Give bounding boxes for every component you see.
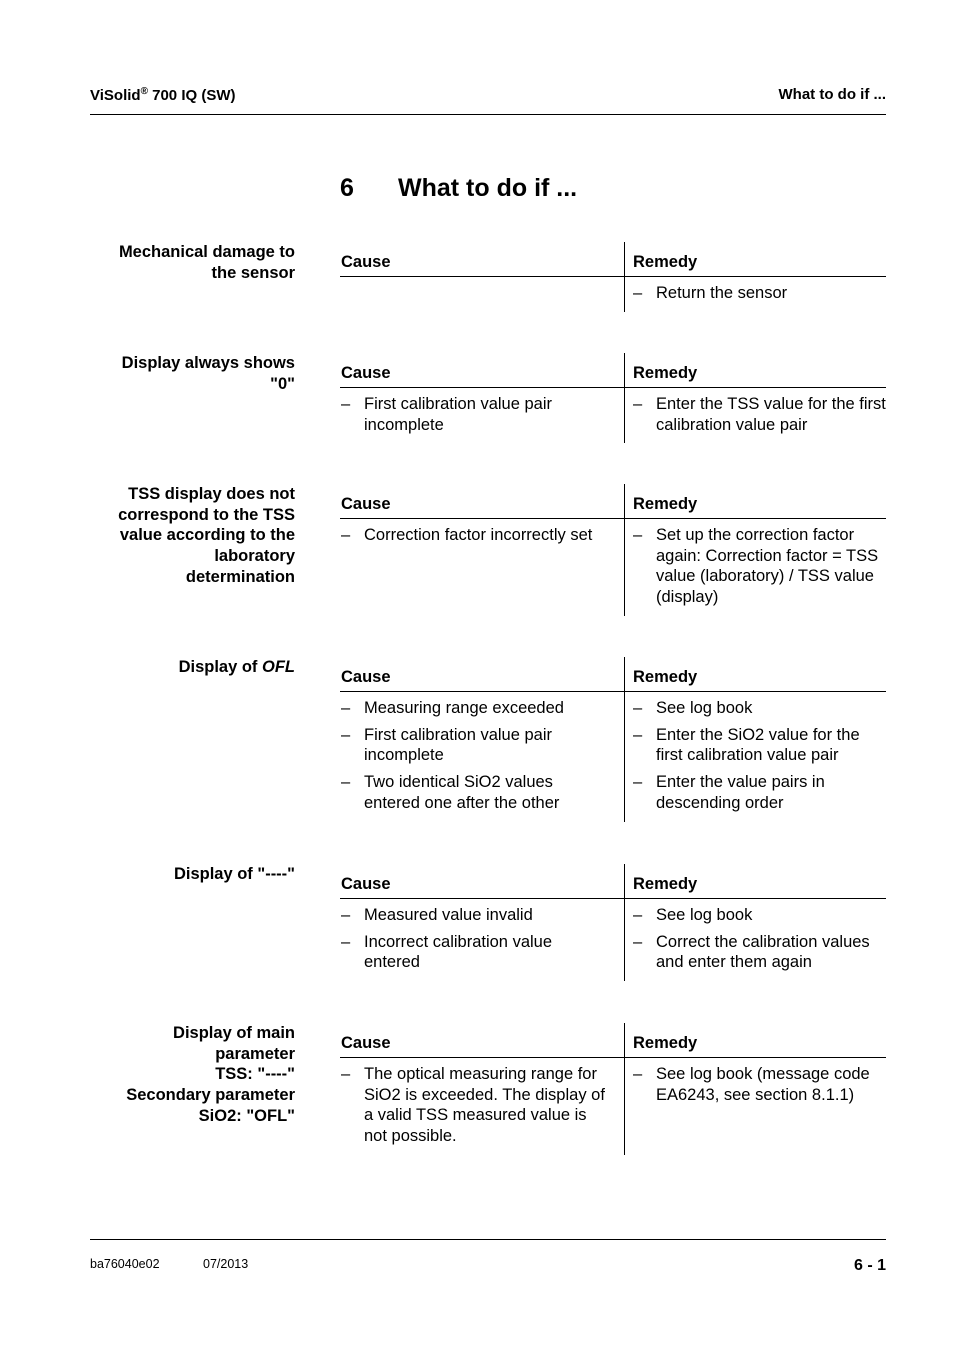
table-row: – Correction factor incorrectly set – Set u… [340, 519, 886, 616]
list-item: – First calibration value pair incomplete [341, 395, 552, 434]
cause-header: Cause [340, 657, 625, 691]
problem-label: Mechanical damage to the sensor [118, 243, 295, 282]
page-header: ViSolid® 700 IQ (SW) What to do if ... [90, 84, 886, 115]
cause-header: Cause [340, 242, 625, 276]
cause-header: Cause [340, 353, 625, 387]
remedy-cell: – See log book – Enter the SiO2 value for t… [625, 692, 886, 822]
table-row: – Return the sensor [340, 277, 886, 312]
cause-remedy-table: Cause Remedy – Return the sensor [340, 242, 886, 312]
remedy-header: Remedy [633, 364, 698, 382]
list-item: – Correct the calibration values and ente… [633, 932, 870, 972]
remedy-cell: – See log book (message code EA6243, see … [625, 1058, 886, 1155]
cause-remedy-table: Cause Remedy – First calibration value pair… [340, 353, 886, 444]
cause-cell [340, 277, 625, 312]
list-item: – Set up the correction factor again: Cor… [633, 526, 879, 607]
list-item: – Enter the value pairs in descending ord… [633, 773, 825, 812]
section-title: What to do if ... [778, 86, 886, 103]
list-item: – See log book [633, 699, 753, 717]
remedy-header: Remedy [633, 495, 698, 513]
table-header: Cause Remedy [340, 864, 886, 899]
cause-cell: – Measuring range exceeded – First calibrat… [340, 692, 625, 822]
cause-cell: – Measured value invalid – Incorrect calibr… [340, 899, 625, 982]
cause-cell: – First calibration value pair incomplete [340, 388, 625, 444]
remedy-cell: – Enter the TSS value for the first calib… [625, 388, 886, 443]
table-header: Cause Remedy [340, 657, 886, 692]
table-header: Cause Remedy [340, 1023, 886, 1058]
cause-cell: – The optical measuring range for SiO2 is… [340, 1058, 625, 1155]
list-item: – Measuring range exceeded [341, 699, 564, 717]
remedy-header: Remedy [633, 668, 698, 686]
document-date: 07/2013 [203, 1257, 249, 1271]
list-item: – Measured value invalid [341, 906, 533, 924]
cause-header: Cause [340, 864, 625, 898]
remedy-header: Remedy [633, 253, 698, 271]
document-id: ba76040e02 [90, 1257, 160, 1271]
table-header: Cause Remedy [340, 353, 886, 388]
list-item: – See log book [633, 906, 753, 924]
remedy-cell: – See log book – Correct the calibration va… [625, 899, 886, 981]
table-row: – Measured value invalid – Incorrect calibr… [340, 899, 886, 982]
cause-header: Cause [340, 1023, 625, 1057]
list-item: – See log book (message code EA6243, see … [633, 1065, 870, 1104]
cause-remedy-table: Cause Remedy – Measured value invalid – Incor… [340, 864, 886, 982]
cause-remedy-table: Cause Remedy – Measuring range exceeded – Fir… [340, 657, 886, 822]
problem-label: Display of main parameter TSS: "----" Secon… [126, 1024, 295, 1125]
chapter-heading: 6 What to do if ... [340, 174, 578, 202]
page-footer: ba76040e02 07/2013 6 - 1 [90, 1239, 886, 1274]
list-item: – Enter the SiO2 value for the first cali… [633, 725, 860, 765]
problem-label: TSS display does not correspond to the TS… [118, 485, 295, 586]
table-header: Cause Remedy [340, 484, 886, 519]
cause-remedy-table: Cause Remedy – The optical measuring range … [340, 1023, 886, 1155]
remedy-cell: – Return the sensor [625, 277, 886, 312]
cause-cell: – Correction factor incorrectly set [340, 519, 625, 616]
problem-label: Display of OFL [178, 658, 295, 676]
remedy-header: Remedy [633, 875, 698, 893]
remedy-cell: – Set up the correction factor again: Cor… [625, 519, 886, 616]
table-header: Cause Remedy [340, 242, 886, 277]
table-row: – The optical measuring range for SiO2 is… [340, 1058, 886, 1155]
list-item: – Return the sensor [633, 284, 788, 302]
list-item: – Incorrect calibration value entered [341, 932, 553, 972]
problem-label: Display always shows "0" [121, 354, 295, 393]
table-row: – First calibration value pair incomplete… [340, 388, 886, 444]
list-item: – First calibration value pair incomplete [341, 725, 552, 765]
list-item: – Correction factor incorrectly set [341, 526, 593, 544]
page-number: 6 - 1 [853, 1257, 886, 1274]
table-row: – Measuring range exceeded – First calibrat… [340, 692, 886, 822]
list-item: – Enter the TSS value for the first calib… [633, 395, 886, 434]
cause-remedy-table: Cause Remedy – Correction factor incorrectl… [340, 484, 886, 616]
cause-header: Cause [340, 484, 625, 518]
product-title: ViSolid® 700 IQ (SW) [90, 86, 236, 104]
list-item: – The optical measuring range for SiO2 is… [341, 1065, 605, 1146]
remedy-header: Remedy [633, 1034, 698, 1052]
problem-label: Display of "----" [173, 865, 295, 883]
list-item: – Two identical SiO2 values entered one a… [341, 773, 560, 812]
